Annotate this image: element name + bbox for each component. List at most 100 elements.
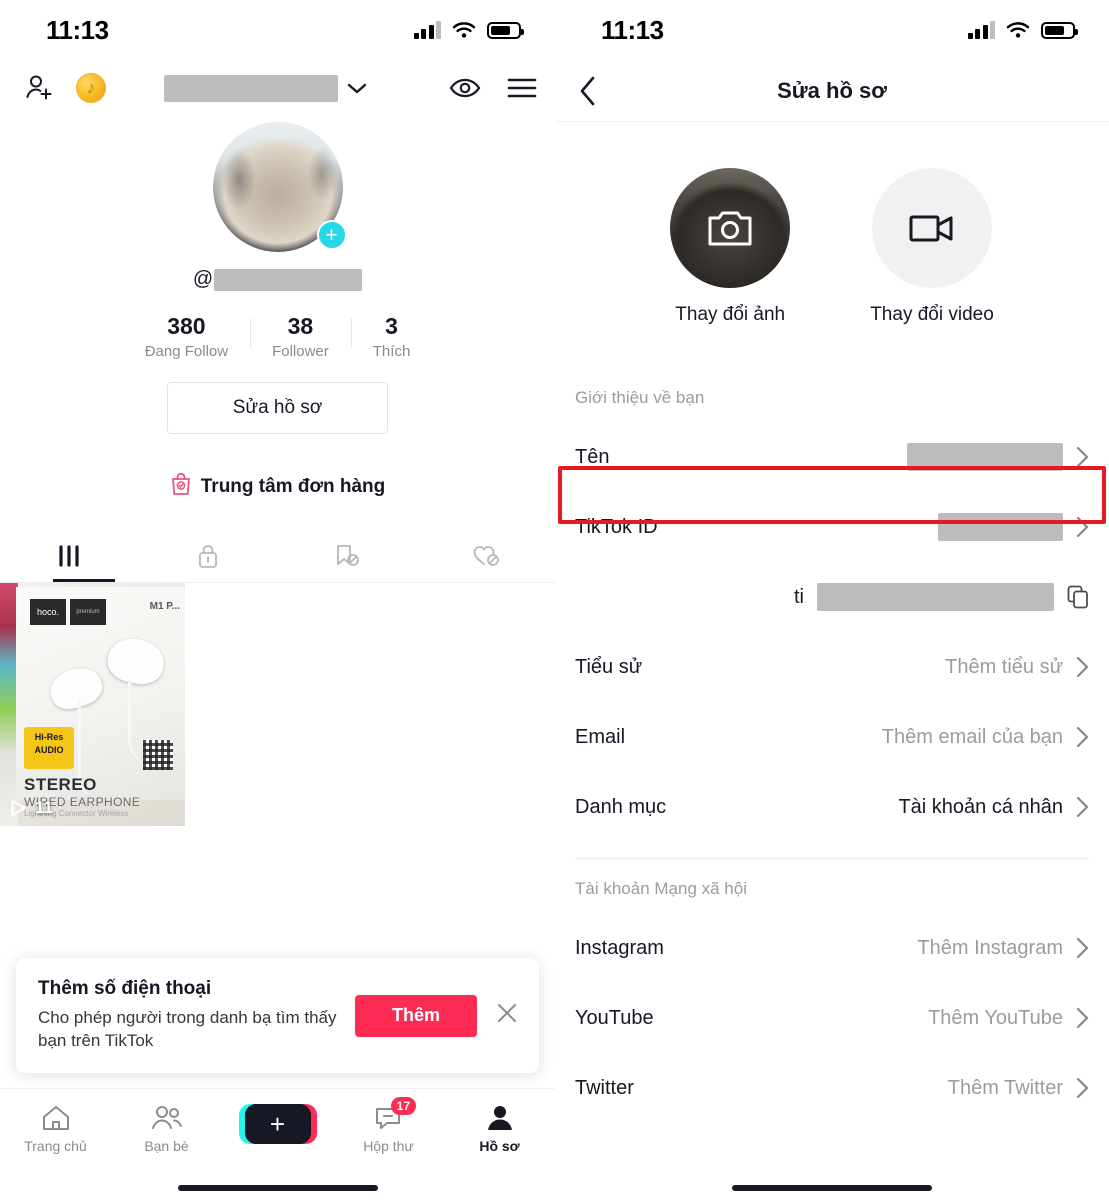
nav-label: Hộp thư [363,1138,414,1154]
row-youtube[interactable]: YouTube Thêm YouTube [555,983,1109,1053]
stat-value: 3 [385,313,398,339]
about-rows: Tên TikTok ID ti Tiểu sử Thêm tiểu sử Em… [555,422,1109,842]
row-value-text: Thêm email của bạn [881,725,1063,748]
row-value-text: Thêm tiểu sử [945,655,1063,678]
stat-likes[interactable]: 3 Thích [350,313,433,360]
row-instagram[interactable]: Instagram Thêm Instagram [555,913,1109,983]
row-value: Thêm YouTube [928,1007,1089,1030]
avatar-preview [670,168,791,288]
create-plus-icon[interactable]: + [238,1104,317,1144]
page-title: Sửa hồ sơ [777,77,887,103]
media-label: Thay đổi video [870,304,994,325]
plus-icon[interactable]: + [316,220,347,250]
banner-add-button[interactable]: Thêm [355,994,477,1037]
create-button-wrap[interactable]: + [238,1104,317,1144]
status-time: 11:13 [46,14,109,45]
dual-phone-screenshot: 11:13 ♪ + @ 380 Đang Follow 38 Follower … [0,0,1109,1200]
wifi-icon [452,22,476,38]
row-label: Twitter [575,1076,634,1099]
username-redacted [164,74,338,102]
tab-private[interactable] [139,530,278,582]
change-photo-button[interactable]: Thay đổi ảnh [670,168,791,326]
about-section-label: Giới thiệu về bạn [575,388,705,407]
tiktok-coin-icon[interactable]: ♪ [76,73,106,103]
chevron-right-icon [1076,656,1089,678]
thumb-stereo-text: STEREO [24,775,97,795]
stat-followers[interactable]: 38 Follower [250,313,351,360]
chevron-right-icon [1076,1007,1089,1029]
name-value-redacted [907,443,1063,471]
chevron-right-icon [1076,1077,1089,1099]
hamburger-menu-icon[interactable] [507,77,537,99]
row-label: YouTube [575,1006,654,1029]
social-rows: Instagram Thêm Instagram YouTube Thêm Yo… [555,913,1109,1123]
add-phone-banner: Thêm số điện thoại Cho phép người trong … [16,958,539,1073]
row-label: Tiểu sử [575,655,643,678]
order-center-link[interactable]: Trung tâm đơn hàng [0,472,555,502]
video-thumbnail[interactable]: M1 P... Hi-Res AUDIO STEREO WIRED EARPHO… [0,583,185,827]
profile-tabs [0,530,555,583]
row-category[interactable]: Danh mục Tài khoản cá nhân [555,772,1109,842]
copy-icon[interactable] [1067,585,1089,609]
tab-saved[interactable] [278,530,417,582]
row-tiktok-id[interactable]: TikTok ID [555,492,1109,562]
eye-icon[interactable] [449,77,481,99]
row-label: Tên [575,445,610,468]
thumb-product-box: M1 P... Hi-Res AUDIO STEREO WIRED EARPHO… [16,587,185,818]
tab-liked[interactable] [416,530,555,582]
tiktok-id-value-redacted [938,513,1063,541]
add-person-icon[interactable] [18,66,62,110]
close-icon[interactable] [495,1001,519,1030]
nav-item-profile[interactable]: Hồ sơ [444,1104,555,1154]
stat-label: Follower [272,343,329,361]
nav-item-friends[interactable]: Bạn bè [111,1104,222,1154]
nav-label: Bạn bè [144,1138,189,1154]
video-camera-icon [909,215,953,242]
nav-item-create[interactable]: + [222,1104,333,1150]
edit-profile-button[interactable]: Sửa hồ sơ [167,382,388,435]
social-section-label: Tài khoản Mạng xã hội [575,879,747,898]
left-phone-panel: 11:13 ♪ + @ 380 Đang Follow 38 Follower … [0,0,555,1200]
home-indicator [177,1185,378,1191]
chevron-right-icon [1076,937,1089,959]
banner-text: Thêm số điện thoại Cho phép người trong … [38,978,355,1053]
tiktok-link-prefix: ti [794,585,804,608]
row-email[interactable]: Email Thêm email của bạn [555,702,1109,772]
stat-label: Đang Follow [144,343,229,361]
hires-bottom-text: AUDIO [34,744,64,755]
status-bar-right: 11:13 [555,0,1109,60]
battery-icon [1041,21,1078,39]
change-video-button[interactable]: Thay đổi video [870,168,994,326]
home-indicator [732,1185,932,1191]
row-tiktok-link[interactable]: ti [555,562,1109,632]
nav-label: Trang chủ [24,1138,87,1154]
row-value-text: Thêm Instagram [917,936,1063,959]
row-label: Danh mục [575,795,667,818]
banner-subtitle: Cho phép người trong danh bạ tìm thấy bạ… [38,1008,337,1051]
row-name[interactable]: Tên [555,422,1109,492]
row-value: Tài khoản cá nhân [898,796,1089,819]
handle-prefix: @ [192,268,214,290]
row-value: Thêm Twitter [948,1077,1089,1100]
cellular-signal-icon [413,21,441,39]
status-bar-left: 11:13 [0,0,555,60]
video-play-count: 11 [9,798,53,818]
stat-following[interactable]: 380 Đang Follow [123,313,250,360]
thumb-qr-code [143,740,173,771]
nav-item-inbox[interactable]: 17 Hộp thư [333,1097,444,1154]
chevron-left-icon[interactable] [577,75,599,107]
nav-item-home[interactable]: Trang chủ [0,1104,111,1154]
order-center-label: Trung tâm đơn hàng [200,476,386,498]
status-icons [413,21,524,39]
video-preview [871,168,992,288]
tab-posts[interactable] [0,530,139,582]
chevron-right-icon [1076,796,1089,818]
section-divider [575,858,1089,859]
row-twitter[interactable]: Twitter Thêm Twitter [555,1053,1109,1123]
avatar-container[interactable]: + [212,122,347,252]
row-bio[interactable]: Tiểu sử Thêm tiểu sử [555,632,1109,702]
wifi-icon [1006,22,1030,38]
stat-value: 38 [287,313,314,339]
play-count-value: 11 [35,798,53,818]
username-switcher[interactable] [164,74,367,102]
